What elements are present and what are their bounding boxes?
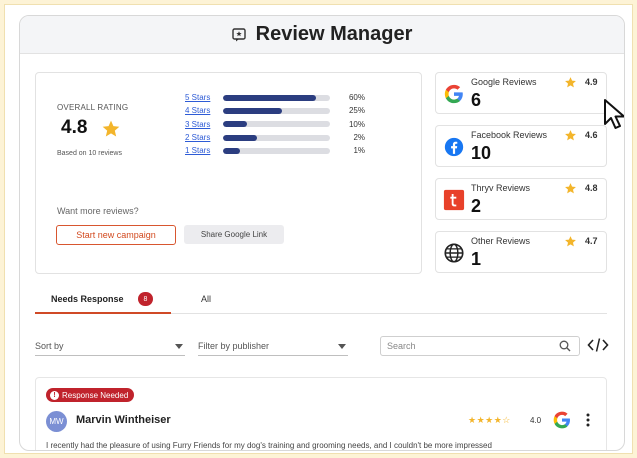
distribution-bar-fill bbox=[223, 107, 282, 114]
review-rating: 4.0 bbox=[530, 416, 542, 425]
star-icon bbox=[102, 120, 120, 137]
review-icon bbox=[231, 27, 246, 41]
sort-by-dropdown[interactable]: Sort by bbox=[35, 338, 185, 356]
review-card: ! Response Needed MW Marvin Wintheiser ★… bbox=[35, 377, 607, 450]
distribution-percent: 2% bbox=[353, 133, 365, 143]
source-card-thryv[interactable]: Thryv Reviews 2 4.8 bbox=[435, 178, 607, 220]
source-card-google[interactable]: Google Reviews 6 4.9 bbox=[435, 72, 607, 114]
source-rating: 4.6 bbox=[585, 130, 598, 140]
distribution-label-link[interactable]: 2 Stars bbox=[185, 133, 223, 142]
header: Review Manager bbox=[20, 16, 624, 54]
search-icon[interactable] bbox=[559, 340, 571, 352]
response-needed-badge: ! Response Needed bbox=[46, 388, 135, 402]
google-icon bbox=[444, 84, 463, 104]
distribution-bar bbox=[223, 94, 330, 101]
distribution-bar-fill bbox=[223, 94, 317, 101]
distribution-bar-fill bbox=[223, 121, 247, 128]
distribution-bar-fill bbox=[223, 134, 258, 141]
distribution-bar bbox=[223, 121, 330, 128]
code-embed-icon[interactable] bbox=[587, 337, 609, 353]
review-tabs: Needs Response 8 All bbox=[35, 292, 607, 314]
source-card-other[interactable]: Other Reviews 1 4.7 bbox=[435, 231, 607, 273]
share-google-link-button[interactable]: Share Google Link bbox=[184, 225, 284, 244]
review-manager-card: Review Manager OVERALL RATING 4.8 Based … bbox=[19, 15, 625, 451]
distribution-label-link[interactable]: 1 Stars bbox=[185, 146, 223, 155]
avatar: MW bbox=[46, 411, 67, 432]
publisher-filter-dropdown[interactable]: Filter by publisher bbox=[198, 338, 348, 356]
search-input[interactable] bbox=[387, 339, 547, 353]
source-name: Facebook Reviews bbox=[471, 130, 548, 140]
thryv-icon bbox=[443, 189, 465, 211]
based-on-text: Based on 10 reviews bbox=[57, 150, 122, 157]
source-name: Google Reviews bbox=[471, 77, 537, 87]
star-icon bbox=[565, 183, 576, 194]
review-text: I recently had the pleasure of using Fur… bbox=[46, 441, 492, 450]
source-rating: 4.8 bbox=[585, 183, 598, 193]
source-rating: 4.9 bbox=[585, 77, 598, 87]
source-name: Thryv Reviews bbox=[471, 183, 531, 193]
overall-rating-panel: OVERALL RATING 4.8 Based on 10 reviews 5… bbox=[35, 72, 422, 274]
source-count: 1 bbox=[471, 249, 482, 269]
distribution-row: 1 Stars 1% bbox=[185, 144, 365, 157]
distribution-row: 2 Stars 2% bbox=[185, 131, 365, 144]
page-frame: Review Manager OVERALL RATING 4.8 Based … bbox=[4, 4, 633, 454]
tab-label: Needs Response bbox=[51, 294, 124, 304]
globe-icon bbox=[444, 243, 464, 263]
overall-rating-label: OVERALL RATING bbox=[57, 103, 129, 112]
distribution-percent: 10% bbox=[348, 119, 365, 129]
distribution-percent: 25% bbox=[348, 106, 365, 116]
page-title: Review Manager bbox=[255, 23, 413, 45]
distribution-row: 3 Stars 10% bbox=[185, 118, 365, 131]
source-card-facebook[interactable]: Facebook Reviews 10 4.6 bbox=[435, 125, 607, 167]
search-box bbox=[380, 336, 580, 356]
distribution-bar bbox=[223, 107, 330, 114]
sort-by-label: Sort by bbox=[35, 341, 64, 351]
response-needed-label: Response Needed bbox=[62, 390, 129, 400]
publisher-filter-label: Filter by publisher bbox=[198, 341, 270, 351]
star-icon bbox=[565, 130, 576, 141]
more-options-icon[interactable] bbox=[585, 413, 591, 427]
overall-rating-value: 4.8 bbox=[61, 117, 88, 138]
needs-response-count-badge: 8 bbox=[138, 292, 153, 306]
google-icon bbox=[553, 411, 570, 429]
want-more-reviews-text: Want more reviews? bbox=[57, 206, 139, 216]
chevron-down-icon bbox=[175, 344, 183, 349]
source-count: 2 bbox=[471, 196, 482, 216]
review-stars: ★★★★☆ bbox=[468, 415, 511, 425]
facebook-icon bbox=[444, 137, 464, 157]
alert-icon: ! bbox=[50, 390, 59, 400]
source-count: 10 bbox=[471, 143, 492, 163]
chevron-down-icon bbox=[338, 344, 346, 349]
distribution-bar bbox=[223, 147, 330, 154]
source-name: Other Reviews bbox=[471, 236, 531, 246]
star-icon bbox=[565, 236, 576, 247]
distribution-label-link[interactable]: 5 Stars bbox=[185, 93, 223, 102]
distribution-label-link[interactable]: 3 Stars bbox=[185, 120, 223, 129]
reviewer-name: Marvin Wintheiser bbox=[76, 414, 171, 426]
distribution-label-link[interactable]: 4 Stars bbox=[185, 106, 223, 115]
distribution-bar bbox=[223, 134, 330, 141]
tab-all[interactable]: All bbox=[201, 294, 211, 304]
tab-needs-response[interactable]: Needs Response 8 bbox=[35, 292, 171, 314]
distribution-percent: 1% bbox=[353, 146, 365, 156]
distribution-row: 4 Stars 25% bbox=[185, 104, 365, 117]
source-rating: 4.7 bbox=[585, 236, 598, 246]
rating-distribution: 5 Stars 60% 4 Stars 25% 3 Stars 10% 2 St… bbox=[185, 91, 365, 157]
star-icon bbox=[565, 77, 576, 88]
distribution-bar-fill bbox=[223, 147, 241, 154]
source-count: 6 bbox=[471, 90, 482, 110]
mouse-cursor-icon bbox=[604, 99, 624, 129]
distribution-percent: 60% bbox=[348, 93, 365, 103]
start-campaign-button[interactable]: Start new campaign bbox=[56, 225, 176, 245]
distribution-row: 5 Stars 60% bbox=[185, 91, 365, 104]
